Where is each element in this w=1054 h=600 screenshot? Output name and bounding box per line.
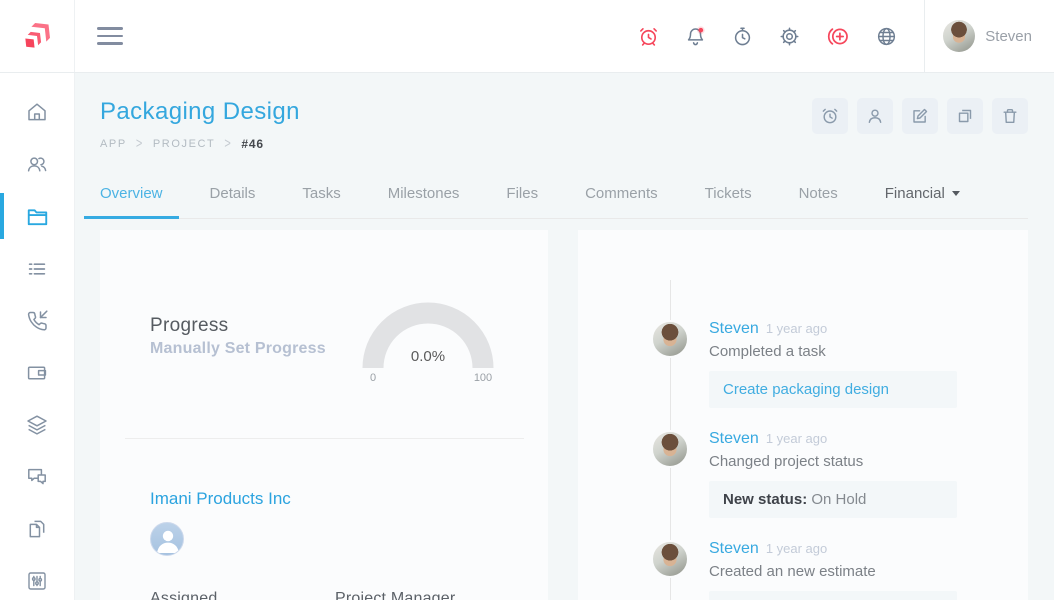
activity-avatar bbox=[651, 430, 689, 468]
timer-stopwatch-icon[interactable] bbox=[731, 25, 754, 48]
activity-item: Steven 1 year ago Changed project status… bbox=[578, 430, 1028, 518]
sidebar-nav bbox=[0, 73, 75, 600]
progress-title: Progress bbox=[150, 314, 229, 336]
edit-icon bbox=[913, 108, 928, 123]
delete-button[interactable] bbox=[992, 98, 1028, 134]
activity-timestamp: 1 year ago bbox=[765, 541, 828, 556]
settings-gear-icon[interactable] bbox=[778, 25, 801, 48]
assign-user-button[interactable] bbox=[857, 98, 893, 134]
tab-notes[interactable]: Notes bbox=[799, 185, 838, 218]
breadcrumb-id: #46 bbox=[241, 137, 264, 151]
folder-icon bbox=[27, 209, 47, 226]
tab-details[interactable]: Details bbox=[210, 185, 256, 218]
user-name: Steven bbox=[985, 27, 1032, 45]
tab-overview[interactable]: Overview bbox=[84, 185, 178, 219]
users-icon bbox=[27, 157, 47, 172]
client-avatar[interactable] bbox=[150, 522, 184, 556]
progress-gauge: 0.0% 0 100 bbox=[348, 288, 508, 384]
gauge-min-label: 0 bbox=[370, 372, 376, 384]
app-logo[interactable] bbox=[0, 0, 75, 72]
breadcrumb-section[interactable]: PROJECT bbox=[153, 138, 216, 150]
activity-user-link[interactable]: Steven bbox=[709, 430, 759, 448]
user-icon bbox=[868, 109, 882, 124]
trash-icon bbox=[1003, 108, 1017, 124]
activity-avatar bbox=[651, 540, 689, 578]
breadcrumb: APP > PROJECT > #46 bbox=[100, 136, 300, 152]
notifications-bell-icon[interactable] bbox=[684, 25, 707, 48]
activity-timestamp: 1 year ago bbox=[765, 321, 828, 336]
breadcrumb-app[interactable]: APP bbox=[100, 138, 127, 150]
tab-financial[interactable]: Financial bbox=[885, 185, 960, 218]
activity-card: Steven 1 year ago Completed a task Creat… bbox=[578, 230, 1028, 600]
activity-action: Created an new estimate bbox=[709, 563, 876, 580]
activity-status-box: New status: On Hold bbox=[709, 481, 957, 518]
sidebar-item-home[interactable] bbox=[0, 100, 74, 124]
gauge-value: 0.0% bbox=[411, 348, 445, 365]
progress-card: Progress Manually Set Progress 0.0% 0 10… bbox=[100, 230, 548, 600]
tab-milestones[interactable]: Milestones bbox=[388, 185, 460, 218]
sliders-icon bbox=[28, 572, 46, 590]
record-timer-plus-icon[interactable] bbox=[825, 25, 851, 48]
activity-user-link[interactable]: Steven bbox=[709, 320, 759, 338]
language-globe-icon[interactable] bbox=[875, 25, 898, 48]
reminders-alarm-icon[interactable] bbox=[637, 25, 660, 48]
tab-comments[interactable]: Comments bbox=[585, 185, 658, 218]
home-icon bbox=[28, 103, 46, 121]
project-actions bbox=[812, 98, 1028, 134]
gauge-max-label: 100 bbox=[474, 372, 492, 384]
activity-item: Steven 1 year ago Completed a task Creat… bbox=[578, 320, 1028, 408]
status-label: New status: bbox=[723, 491, 808, 508]
duplicate-button[interactable] bbox=[947, 98, 983, 134]
sidebar-item-contacts[interactable] bbox=[0, 152, 74, 176]
menu-toggle-icon[interactable] bbox=[97, 22, 123, 50]
sidebar-item-subscriptions[interactable] bbox=[0, 413, 74, 437]
activity-action: Changed project status bbox=[709, 453, 864, 470]
user-avatar bbox=[943, 20, 976, 52]
logo-icon bbox=[25, 23, 50, 48]
edit-button[interactable] bbox=[902, 98, 938, 134]
sidebar-item-sales[interactable] bbox=[0, 361, 74, 385]
main-content: Packaging Design APP > PROJECT > #46 Ove… bbox=[75, 73, 1054, 600]
chat-bubbles-icon bbox=[28, 468, 46, 485]
sidebar-item-messages[interactable] bbox=[0, 465, 74, 489]
sidebar-item-projects[interactable] bbox=[0, 193, 74, 239]
activity-item: Steven 1 year ago Created an new estimat… bbox=[578, 540, 1028, 600]
activity-detail-box bbox=[709, 591, 957, 600]
tab-files[interactable]: Files bbox=[506, 185, 538, 218]
project-tabs: Overview Details Tasks Milestones Files … bbox=[84, 185, 1028, 219]
top-bar: Steven bbox=[0, 0, 1054, 73]
sidebar-item-leads[interactable] bbox=[0, 309, 74, 333]
alarm-icon bbox=[822, 108, 838, 124]
page-title: Packaging Design bbox=[100, 98, 300, 125]
list-icon bbox=[28, 263, 46, 275]
activity-action: Completed a task bbox=[709, 343, 826, 360]
status-value: On Hold bbox=[811, 491, 867, 508]
activity-timestamp: 1 year ago bbox=[765, 431, 828, 446]
user-menu[interactable]: Steven bbox=[924, 0, 1054, 72]
activity-task-link[interactable]: Create packaging design bbox=[709, 371, 957, 408]
copy-icon bbox=[958, 109, 972, 123]
sidebar-item-utilities[interactable] bbox=[0, 569, 74, 593]
sidebar-item-tasks[interactable] bbox=[0, 257, 74, 281]
breadcrumb-separator: > bbox=[224, 136, 233, 152]
phone-incoming-icon bbox=[27, 310, 48, 331]
tab-tickets[interactable]: Tickets bbox=[705, 185, 752, 218]
activity-avatar bbox=[651, 320, 689, 358]
divider bbox=[125, 438, 524, 439]
documents-icon bbox=[29, 520, 45, 538]
activity-user-link[interactable]: Steven bbox=[709, 540, 759, 558]
project-manager-label: Project Manager bbox=[335, 590, 456, 600]
client-link[interactable]: Imani Products Inc bbox=[150, 489, 291, 509]
assigned-label: Assigned bbox=[150, 590, 218, 600]
progress-subtitle: Manually Set Progress bbox=[150, 339, 326, 357]
sidebar-item-templates[interactable] bbox=[0, 517, 74, 541]
tab-tasks[interactable]: Tasks bbox=[302, 185, 340, 218]
chevron-down-icon bbox=[951, 191, 960, 196]
timer-button[interactable] bbox=[812, 98, 848, 134]
breadcrumb-separator: > bbox=[135, 136, 144, 152]
wallet-icon bbox=[27, 366, 47, 380]
layers-icon bbox=[27, 415, 47, 435]
